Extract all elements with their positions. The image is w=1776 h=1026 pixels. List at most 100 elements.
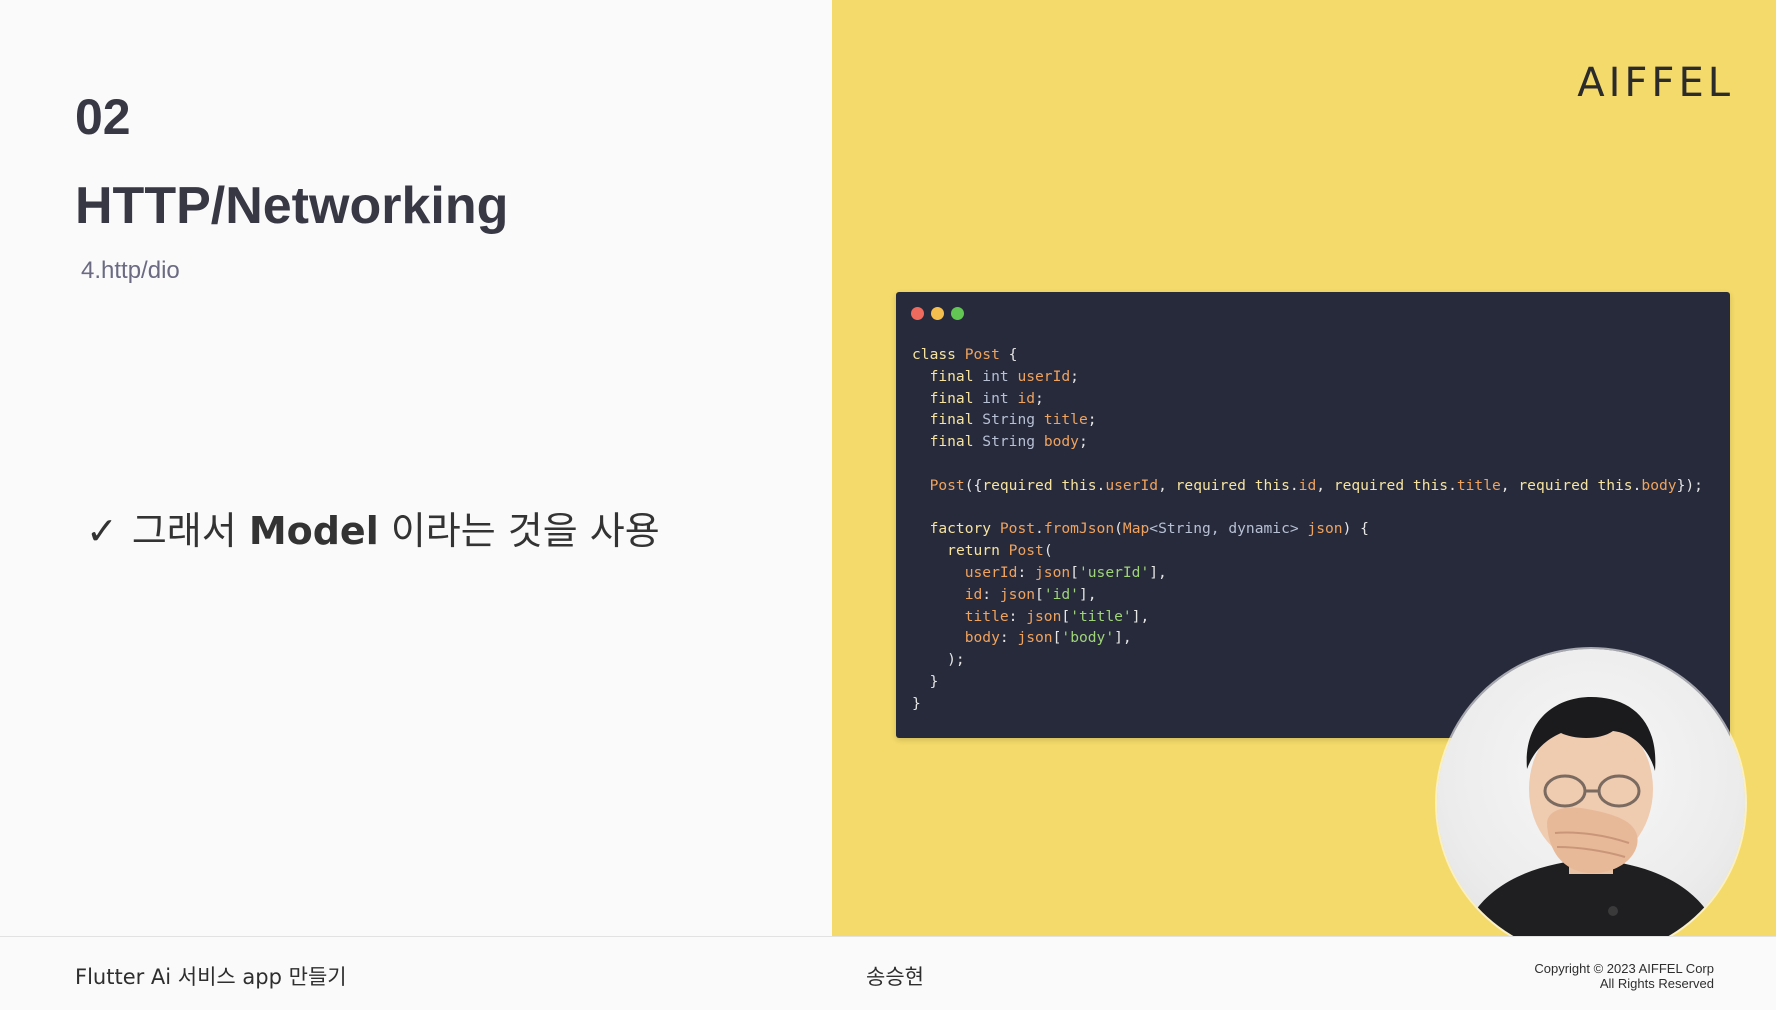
code-token: : bbox=[1017, 563, 1036, 581]
code-token: [ bbox=[1070, 563, 1079, 581]
code-token: String bbox=[982, 433, 1044, 451]
window-maximize-dot-icon bbox=[951, 307, 964, 320]
code-token: final bbox=[929, 433, 983, 451]
code-token: 'userId' bbox=[1078, 563, 1150, 581]
code-token: , bbox=[1316, 476, 1334, 494]
code-token: userId bbox=[964, 563, 1018, 581]
code-token: userId bbox=[1017, 367, 1071, 385]
code-token: final bbox=[929, 389, 983, 407]
code-line: return Post( bbox=[912, 540, 1703, 562]
code-token: Post bbox=[999, 520, 1036, 538]
footer-copyright: Copyright © 2023 AIFFEL Corp All Rights … bbox=[1534, 961, 1714, 991]
code-line: final String body; bbox=[912, 431, 1703, 453]
code-token: String bbox=[982, 411, 1044, 429]
code-token: Post bbox=[1008, 542, 1044, 560]
code-token: 'body' bbox=[1061, 629, 1115, 647]
code-line: title: json['title'], bbox=[912, 606, 1703, 628]
code-line: factory Post.fromJson(Map<String, dynami… bbox=[912, 518, 1703, 540]
code-token: json bbox=[1307, 520, 1343, 538]
bottom-strip bbox=[0, 1010, 1776, 1026]
window-controls bbox=[911, 307, 964, 320]
code-token: userId bbox=[1105, 476, 1159, 494]
code-token: required this bbox=[1175, 476, 1290, 494]
code-token: json bbox=[1017, 629, 1053, 647]
code-token: final bbox=[929, 411, 983, 429]
code-token: ], bbox=[1131, 607, 1150, 625]
left-panel: 02 HTTP/Networking 4.http/dio ✓ 그래서 Model… bbox=[0, 0, 832, 936]
code-token: ], bbox=[1114, 629, 1132, 647]
checkmark-icon: ✓ bbox=[86, 509, 118, 553]
code-token: 'title' bbox=[1070, 607, 1132, 625]
window-minimize-dot-icon bbox=[931, 307, 944, 320]
code-token: ; bbox=[1035, 389, 1044, 407]
code-line: final String title; bbox=[912, 409, 1703, 431]
code-line: body: json['body'], bbox=[912, 627, 1703, 649]
bullet-point: ✓ 그래서 Model 이라는 것을 사용 bbox=[86, 500, 660, 555]
code-token: return bbox=[947, 542, 1009, 560]
slide: 02 HTTP/Networking 4.http/dio ✓ 그래서 Model… bbox=[0, 0, 1776, 1026]
code-token: ; bbox=[1078, 433, 1088, 451]
code-token: }); bbox=[1676, 476, 1703, 494]
code-token: : bbox=[1008, 607, 1027, 625]
slide-subtitle: 4.http/dio bbox=[81, 257, 180, 284]
code-token: 'id' bbox=[1043, 585, 1079, 603]
code-token: required this bbox=[982, 476, 1097, 494]
code-token: Post bbox=[929, 476, 965, 494]
code-token: class bbox=[912, 346, 965, 363]
code-token: int bbox=[982, 389, 1018, 407]
bullet-text-bold: Model bbox=[248, 509, 379, 553]
code-token: [ bbox=[1035, 585, 1044, 603]
code-line: final int id; bbox=[912, 388, 1703, 410]
footer: Flutter Ai 서비스 app 만들기 송승현 Copyright © 2… bbox=[0, 936, 1776, 1011]
code-token: ], bbox=[1149, 563, 1167, 581]
code-token: <String, dynamic> bbox=[1149, 520, 1308, 538]
code-token: body bbox=[964, 629, 1000, 647]
window-close-dot-icon bbox=[911, 307, 924, 320]
code-token: ( bbox=[1114, 520, 1123, 538]
code-token: } bbox=[912, 694, 921, 712]
bullet-text-prefix: 그래서 bbox=[131, 509, 249, 553]
rights-line: All Rights Reserved bbox=[1599, 976, 1714, 991]
code-token: Map bbox=[1122, 520, 1150, 538]
copyright-line: Copyright © 2023 AIFFEL Corp bbox=[1534, 961, 1714, 976]
code-token: ) { bbox=[1342, 520, 1369, 538]
code-token: id bbox=[964, 585, 983, 603]
bullet-text-suffix: 이라는 것을 사용 bbox=[378, 509, 660, 553]
code-line: userId: json['userId'], bbox=[912, 562, 1703, 584]
code-token: title bbox=[964, 607, 1009, 625]
code-token: : bbox=[999, 629, 1018, 647]
code-token: , bbox=[1500, 476, 1519, 494]
code-line: Post({required this.userId, required thi… bbox=[912, 475, 1703, 497]
code-token: : bbox=[982, 585, 1000, 603]
brand-logo: AIFFEL bbox=[1577, 60, 1734, 106]
code-token: json bbox=[1035, 563, 1071, 581]
slide-title: HTTP/Networking bbox=[75, 177, 509, 235]
code-token: final bbox=[929, 367, 983, 385]
code-token: title bbox=[1456, 476, 1501, 494]
code-token: ; bbox=[1070, 367, 1079, 385]
code-token: int bbox=[982, 367, 1018, 385]
code-token: { bbox=[999, 346, 1018, 363]
presenter-avatar-icon bbox=[1457, 697, 1725, 957]
code-token: fromJson bbox=[1043, 520, 1115, 538]
code-token: body bbox=[1043, 433, 1079, 451]
code-token: ); bbox=[912, 651, 965, 669]
code-token: . bbox=[1289, 476, 1299, 494]
code-token: } bbox=[912, 672, 939, 690]
code-token: ({ bbox=[964, 476, 983, 494]
presenter-video bbox=[1437, 649, 1745, 957]
code-token: . bbox=[1035, 520, 1044, 538]
